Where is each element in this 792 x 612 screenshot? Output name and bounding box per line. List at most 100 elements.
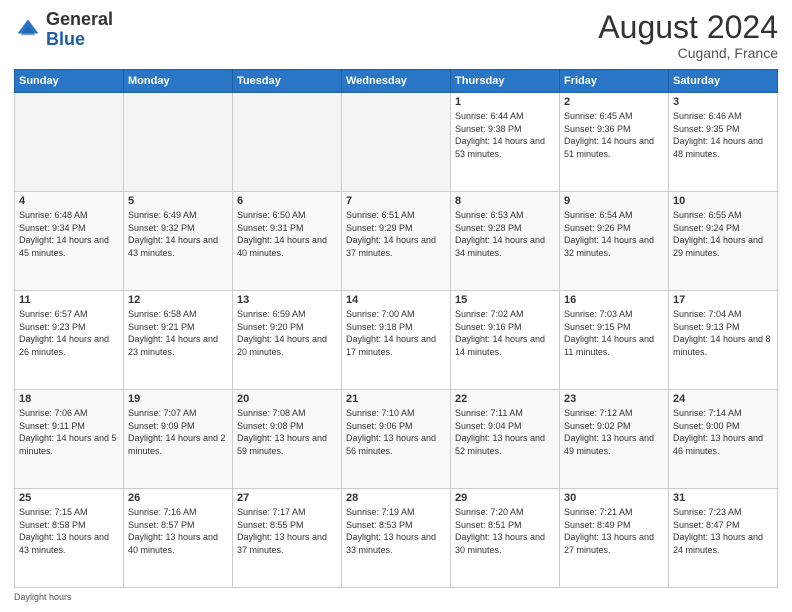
calendar-day: 9Sunrise: 6:54 AMSunset: 9:26 PMDaylight… bbox=[560, 192, 669, 291]
calendar-day: 13 Sunrise: 6:59 AMSunset: 9:20 PMDayligh… bbox=[233, 291, 342, 390]
day-number: 13 bbox=[237, 294, 337, 306]
calendar-day: 29 Sunrise: 7:20 AMSunset: 8:51 PMDayligh… bbox=[451, 489, 560, 588]
day-number: 16 bbox=[564, 294, 664, 306]
day-number: 15 bbox=[455, 294, 555, 306]
day-number: 20 bbox=[237, 393, 337, 405]
day-number: 29 bbox=[455, 492, 555, 504]
calendar-week-1: 1 Sunrise: 6:44 AMSunset: 9:38 PMDaylight… bbox=[15, 93, 778, 192]
calendar-day: 31Sunrise: 7:23 AMSunset: 8:47 PMDayligh… bbox=[669, 489, 778, 588]
calendar-day: 10 Sunrise: 6:55 AMSunset: 9:24 PMDayligh… bbox=[669, 192, 778, 291]
day-number: 30 bbox=[564, 492, 664, 504]
day-info: Sunrise: 7:15 AMSunset: 8:58 PMDaylight:… bbox=[19, 506, 119, 556]
weekday-header-tuesday: Tuesday bbox=[233, 70, 342, 93]
calendar-day: 26Sunrise: 7:16 AMSunset: 8:57 PMDayligh… bbox=[124, 489, 233, 588]
calendar-day: 5Sunrise: 6:49 AMSunset: 9:32 PMDaylight… bbox=[124, 192, 233, 291]
calendar-day: 27Sunrise: 7:17 AMSunset: 8:55 PMDayligh… bbox=[233, 489, 342, 588]
logo-blue-text: Blue bbox=[46, 29, 85, 49]
day-number: 28 bbox=[346, 492, 446, 504]
weekday-header-friday: Friday bbox=[560, 70, 669, 93]
day-info: Sunrise: 7:03 AMSunset: 9:15 PMDaylight:… bbox=[564, 308, 664, 358]
day-number: 10 bbox=[673, 195, 773, 207]
day-number: 18 bbox=[19, 393, 119, 405]
day-info: Sunrise: 7:11 AMSunset: 9:04 PMDaylight:… bbox=[455, 407, 555, 457]
day-number: 17 bbox=[673, 294, 773, 306]
day-info: Sunrise: 7:04 AMSunset: 9:13 PMDaylight:… bbox=[673, 308, 773, 358]
calendar-week-5: 25 Sunrise: 7:15 AMSunset: 8:58 PMDayligh… bbox=[15, 489, 778, 588]
day-info: Sunrise: 7:10 AMSunset: 9:06 PMDaylight:… bbox=[346, 407, 446, 457]
calendar-day: 21 Sunrise: 7:10 AMSunset: 9:06 PMDayligh… bbox=[342, 390, 451, 489]
calendar-day: 2 Sunrise: 6:45 AMSunset: 9:36 PMDaylight… bbox=[560, 93, 669, 192]
calendar-day: 15 Sunrise: 7:02 AMSunset: 9:16 PMDayligh… bbox=[451, 291, 560, 390]
calendar-day bbox=[342, 93, 451, 192]
calendar-day: 7 Sunrise: 6:51 AMSunset: 9:29 PMDaylight… bbox=[342, 192, 451, 291]
day-info: Sunrise: 6:57 AMSunset: 9:23 PMDaylight:… bbox=[19, 308, 119, 358]
day-number: 8 bbox=[455, 195, 555, 207]
day-info: Sunrise: 6:50 AMSunset: 9:31 PMDaylight:… bbox=[237, 209, 337, 259]
day-number: 1 bbox=[455, 96, 555, 108]
calendar-day: 19 Sunrise: 7:07 AMSunset: 9:09 PMDayligh… bbox=[124, 390, 233, 489]
calendar-day: 11 Sunrise: 6:57 AMSunset: 9:23 PMDayligh… bbox=[15, 291, 124, 390]
day-info: Sunrise: 6:58 AMSunset: 9:21 PMDaylight:… bbox=[128, 308, 228, 358]
day-info: Sunrise: 6:51 AMSunset: 9:29 PMDaylight:… bbox=[346, 209, 446, 259]
day-info: Sunrise: 7:00 AMSunset: 9:18 PMDaylight:… bbox=[346, 308, 446, 358]
calendar-week-3: 11 Sunrise: 6:57 AMSunset: 9:23 PMDayligh… bbox=[15, 291, 778, 390]
weekday-header-thursday: Thursday bbox=[451, 70, 560, 93]
location-title: Cugand, France bbox=[598, 45, 778, 61]
calendar-table: SundayMondayTuesdayWednesdayThursdayFrid… bbox=[14, 69, 778, 588]
day-number: 19 bbox=[128, 393, 228, 405]
footer-note: Daylight hours bbox=[14, 592, 778, 602]
calendar-day: 25 Sunrise: 7:15 AMSunset: 8:58 PMDayligh… bbox=[15, 489, 124, 588]
day-number: 9 bbox=[564, 195, 664, 207]
calendar-day: 20Sunrise: 7:08 AMSunset: 9:08 PMDayligh… bbox=[233, 390, 342, 489]
calendar-day: 18 Sunrise: 7:06 AMSunset: 9:11 PMDayligh… bbox=[15, 390, 124, 489]
day-number: 2 bbox=[564, 96, 664, 108]
day-number: 6 bbox=[237, 195, 337, 207]
logo-icon bbox=[14, 16, 42, 44]
day-number: 25 bbox=[19, 492, 119, 504]
day-info: Sunrise: 6:55 AMSunset: 9:24 PMDaylight:… bbox=[673, 209, 773, 259]
day-number: 11 bbox=[19, 294, 119, 306]
calendar-day: 3Sunrise: 6:46 AMSunset: 9:35 PMDaylight… bbox=[669, 93, 778, 192]
calendar-day: 28Sunrise: 7:19 AMSunset: 8:53 PMDayligh… bbox=[342, 489, 451, 588]
day-info: Sunrise: 6:45 AMSunset: 9:36 PMDaylight:… bbox=[564, 110, 664, 160]
calendar-day: 24Sunrise: 7:14 AMSunset: 9:00 PMDayligh… bbox=[669, 390, 778, 489]
day-info: Sunrise: 6:59 AMSunset: 9:20 PMDaylight:… bbox=[237, 308, 337, 358]
calendar-header-row: SundayMondayTuesdayWednesdayThursdayFrid… bbox=[15, 70, 778, 93]
weekday-header-sunday: Sunday bbox=[15, 70, 124, 93]
month-year-title: August 2024 bbox=[598, 10, 778, 45]
header: General Blue August 2024 Cugand, France bbox=[14, 10, 778, 61]
day-info: Sunrise: 6:44 AMSunset: 9:38 PMDaylight:… bbox=[455, 110, 555, 160]
day-number: 21 bbox=[346, 393, 446, 405]
day-info: Sunrise: 7:06 AMSunset: 9:11 PMDaylight:… bbox=[19, 407, 119, 457]
day-number: 5 bbox=[128, 195, 228, 207]
calendar-day: 6 Sunrise: 6:50 AMSunset: 9:31 PMDaylight… bbox=[233, 192, 342, 291]
day-info: Sunrise: 7:02 AMSunset: 9:16 PMDaylight:… bbox=[455, 308, 555, 358]
day-info: Sunrise: 7:17 AMSunset: 8:55 PMDaylight:… bbox=[237, 506, 337, 556]
calendar-day: 16 Sunrise: 7:03 AMSunset: 9:15 PMDayligh… bbox=[560, 291, 669, 390]
day-info: Sunrise: 6:46 AMSunset: 9:35 PMDaylight:… bbox=[673, 110, 773, 160]
weekday-header-monday: Monday bbox=[124, 70, 233, 93]
calendar-day bbox=[233, 93, 342, 192]
calendar-day: 4Sunrise: 6:48 AMSunset: 9:34 PMDaylight… bbox=[15, 192, 124, 291]
calendar-day: 12 Sunrise: 6:58 AMSunset: 9:21 PMDayligh… bbox=[124, 291, 233, 390]
logo: General Blue bbox=[14, 10, 113, 50]
day-info: Sunrise: 7:07 AMSunset: 9:09 PMDaylight:… bbox=[128, 407, 228, 457]
day-info: Sunrise: 7:21 AMSunset: 8:49 PMDaylight:… bbox=[564, 506, 664, 556]
calendar-week-4: 18 Sunrise: 7:06 AMSunset: 9:11 PMDayligh… bbox=[15, 390, 778, 489]
day-info: Sunrise: 7:16 AMSunset: 8:57 PMDaylight:… bbox=[128, 506, 228, 556]
calendar-day: 14 Sunrise: 7:00 AMSunset: 9:18 PMDayligh… bbox=[342, 291, 451, 390]
day-info: Sunrise: 6:48 AMSunset: 9:34 PMDaylight:… bbox=[19, 209, 119, 259]
calendar-day: 22 Sunrise: 7:11 AMSunset: 9:04 PMDayligh… bbox=[451, 390, 560, 489]
day-number: 22 bbox=[455, 393, 555, 405]
calendar-day bbox=[15, 93, 124, 192]
title-block: August 2024 Cugand, France bbox=[598, 10, 778, 61]
day-number: 7 bbox=[346, 195, 446, 207]
calendar-week-2: 4Sunrise: 6:48 AMSunset: 9:34 PMDaylight… bbox=[15, 192, 778, 291]
calendar-day: 23Sunrise: 7:12 AMSunset: 9:02 PMDayligh… bbox=[560, 390, 669, 489]
calendar-day: 1 Sunrise: 6:44 AMSunset: 9:38 PMDaylight… bbox=[451, 93, 560, 192]
day-number: 12 bbox=[128, 294, 228, 306]
day-number: 14 bbox=[346, 294, 446, 306]
day-info: Sunrise: 7:14 AMSunset: 9:00 PMDaylight:… bbox=[673, 407, 773, 457]
day-info: Sunrise: 7:20 AMSunset: 8:51 PMDaylight:… bbox=[455, 506, 555, 556]
logo-general-text: General bbox=[46, 9, 113, 29]
